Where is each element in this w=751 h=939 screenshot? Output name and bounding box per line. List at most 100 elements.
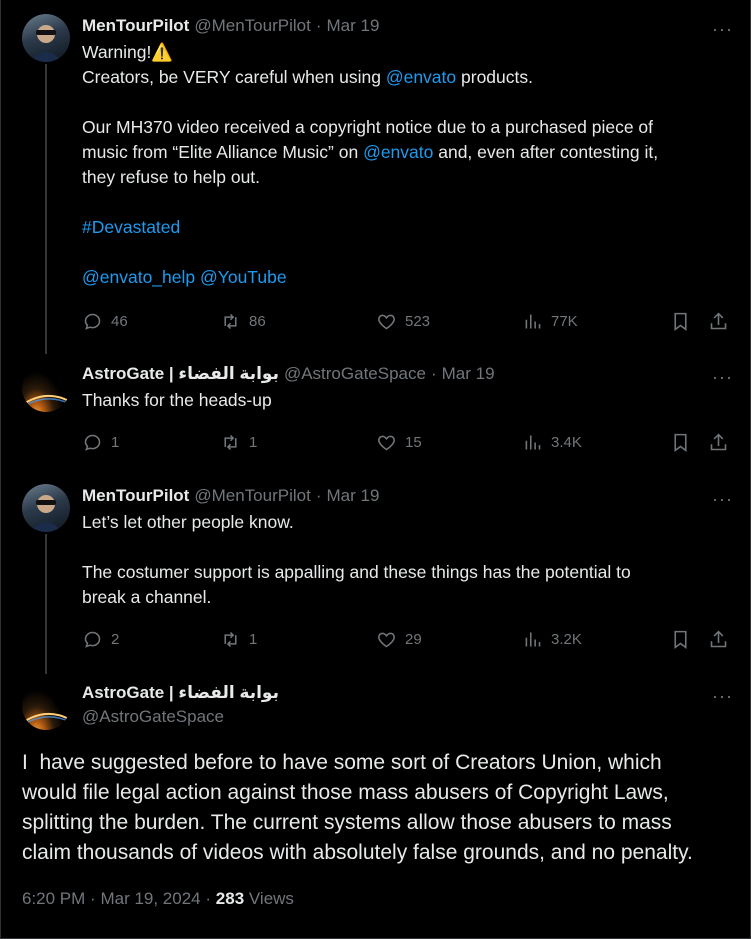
views-button[interactable]: 3.4K xyxy=(522,432,582,453)
tweet-line: Thanks for the heads-up xyxy=(82,388,733,413)
views-button[interactable]: 77K xyxy=(522,311,578,332)
tweet-line xyxy=(82,90,733,115)
display-name[interactable]: MenTourPilot xyxy=(82,485,189,507)
reply-button[interactable]: 46 xyxy=(82,311,128,332)
separator-dot: · xyxy=(315,16,322,35)
tweet-line: music from “Elite Alliance Music” on @en… xyxy=(82,140,733,165)
separator-dot: · xyxy=(90,889,96,908)
retweet-icon xyxy=(224,631,237,647)
tweet-date[interactable]: Mar 19 xyxy=(442,363,495,385)
tweet-header: AstroGate | بوابة الفضاء @AstroGateSpace… xyxy=(82,363,733,385)
mention-link[interactable]: @YouTube xyxy=(200,267,287,287)
reply-count: 2 xyxy=(111,630,120,648)
user-handle[interactable]: @MenTourPilot xyxy=(194,485,310,507)
more-icon[interactable]: ··· xyxy=(712,687,733,705)
tweet-text-segment: Our MH370 video received a copyright not… xyxy=(82,117,654,137)
more-icon[interactable]: ··· xyxy=(712,490,733,508)
avatar[interactable] xyxy=(22,364,70,412)
views-count: 3.2K xyxy=(551,630,582,648)
retweet-button[interactable]: 1 xyxy=(220,629,257,650)
thread-line xyxy=(45,64,47,354)
tweet-date[interactable]: Mar 19 xyxy=(326,485,379,507)
tweet-text-segment xyxy=(82,92,87,112)
user-handle[interactable]: @AstroGateSpace xyxy=(82,706,224,728)
tweet-line: @envato_help @YouTube xyxy=(82,265,733,290)
bookmark-icon xyxy=(674,433,687,452)
separator-dot: · xyxy=(430,364,437,383)
tweet-actions: 46 86 523 77K xyxy=(82,309,732,333)
views-count: 3.4K xyxy=(551,433,582,451)
bookmark-icon xyxy=(674,630,687,649)
separator-dot: · xyxy=(205,889,212,908)
share-button[interactable] xyxy=(708,311,729,332)
focused-tweet-header[interactable]: AstroGate | بوابة الفضاء @AstroGateSpace… xyxy=(82,682,733,728)
user-handle[interactable]: @MenTourPilot xyxy=(194,15,310,37)
tweet-line: would file legal action against those ma… xyxy=(22,781,669,804)
share-button[interactable] xyxy=(708,629,729,650)
views-button[interactable]: 3.2K xyxy=(522,629,582,650)
reply-icon xyxy=(84,434,101,451)
mention-link[interactable]: @envato xyxy=(386,67,456,87)
views-count: 283 xyxy=(215,889,245,908)
tweet-text: Thanks for the heads-up xyxy=(82,388,733,413)
tweet[interactable]: MenTourPilot @MenTourPilot · Mar 19 ··· … xyxy=(82,15,733,290)
like-button[interactable]: 523 xyxy=(376,311,430,332)
tweet-full-date[interactable]: Mar 19, 2024 xyxy=(100,889,200,908)
more-icon[interactable]: ··· xyxy=(712,368,733,386)
retweet-button[interactable]: 86 xyxy=(220,311,266,332)
reply-count: 1 xyxy=(111,433,120,451)
like-count: 15 xyxy=(405,433,422,451)
display-name[interactable]: AstroGate | بوابة الفضاء xyxy=(82,363,279,385)
user-handle[interactable]: @AstroGateSpace xyxy=(284,363,426,385)
like-button[interactable]: 15 xyxy=(376,432,422,453)
reply-icon xyxy=(84,631,101,648)
tweet-line: claim thousands of videos with absolutel… xyxy=(22,841,693,864)
share-button[interactable] xyxy=(708,432,729,453)
tweet-text-segment: Creators, be VERY careful when using xyxy=(82,67,386,87)
hashtag-link[interactable]: #Devastated xyxy=(82,217,180,237)
tweet-text-segment: The costumer support is appalling and th… xyxy=(82,562,631,582)
retweet-count: 1 xyxy=(249,630,258,648)
like-icon xyxy=(378,435,395,450)
tweet-header: MenTourPilot @MenTourPilot · Mar 19 xyxy=(82,485,733,507)
tweet-line: Let’s let other people know. xyxy=(82,510,733,535)
bookmark-button[interactable] xyxy=(670,311,691,332)
tweet[interactable]: MenTourPilot @MenTourPilot · Mar 19 ··· … xyxy=(82,485,733,610)
reply-button[interactable]: 1 xyxy=(82,432,119,453)
tweet-line xyxy=(82,190,733,215)
mention-link[interactable]: @envato_help xyxy=(82,267,195,287)
like-count: 523 xyxy=(405,312,431,330)
tweet-text-segment: Let’s let other people know. xyxy=(82,512,294,532)
tweet-time[interactable]: 6:20 PM xyxy=(22,889,85,908)
avatar[interactable] xyxy=(22,14,70,62)
views-count: 77K xyxy=(551,312,578,330)
reply-count: 46 xyxy=(111,312,128,330)
mention-link[interactable]: @envato xyxy=(363,142,433,162)
tweet-actions: 2 1 29 3.2K xyxy=(82,627,732,651)
share-icon xyxy=(710,312,727,329)
views-icon xyxy=(525,314,541,328)
share-icon xyxy=(710,630,727,647)
retweet-button[interactable]: 1 xyxy=(220,432,257,453)
tweet-date[interactable]: Mar 19 xyxy=(326,15,379,37)
more-icon[interactable]: ··· xyxy=(712,20,733,38)
retweet-icon xyxy=(224,434,237,450)
tweet[interactable]: AstroGate | بوابة الفضاء @AstroGateSpace… xyxy=(82,363,733,413)
display-name[interactable]: MenTourPilot xyxy=(82,15,189,37)
bookmark-button[interactable] xyxy=(670,432,691,453)
reply-button[interactable]: 2 xyxy=(82,629,119,650)
avatar[interactable] xyxy=(22,484,70,532)
tweet-header: MenTourPilot @MenTourPilot · Mar 19 xyxy=(82,15,733,37)
bookmark-button[interactable] xyxy=(670,629,691,650)
tweet-actions: 1 1 15 3.4K xyxy=(82,430,732,454)
display-name[interactable]: AstroGate | بوابة الفضاء xyxy=(82,682,279,704)
tweet-text-segment: Thanks for the heads-up xyxy=(82,390,272,410)
avatar[interactable] xyxy=(22,682,70,730)
tweet-line: Our MH370 video received a copyright not… xyxy=(82,115,733,140)
tweet-text-segment: and, even after contesting it, xyxy=(433,142,659,162)
like-button[interactable]: 29 xyxy=(376,629,422,650)
tweet-meta: 6:20 PM · Mar 19, 2024 · 283 Views xyxy=(22,889,294,909)
avatar-image xyxy=(30,495,62,532)
tweet-line: I have suggested before to have some sor… xyxy=(22,751,662,774)
tweet-text-segment: they refuse to help out. xyxy=(82,167,261,187)
